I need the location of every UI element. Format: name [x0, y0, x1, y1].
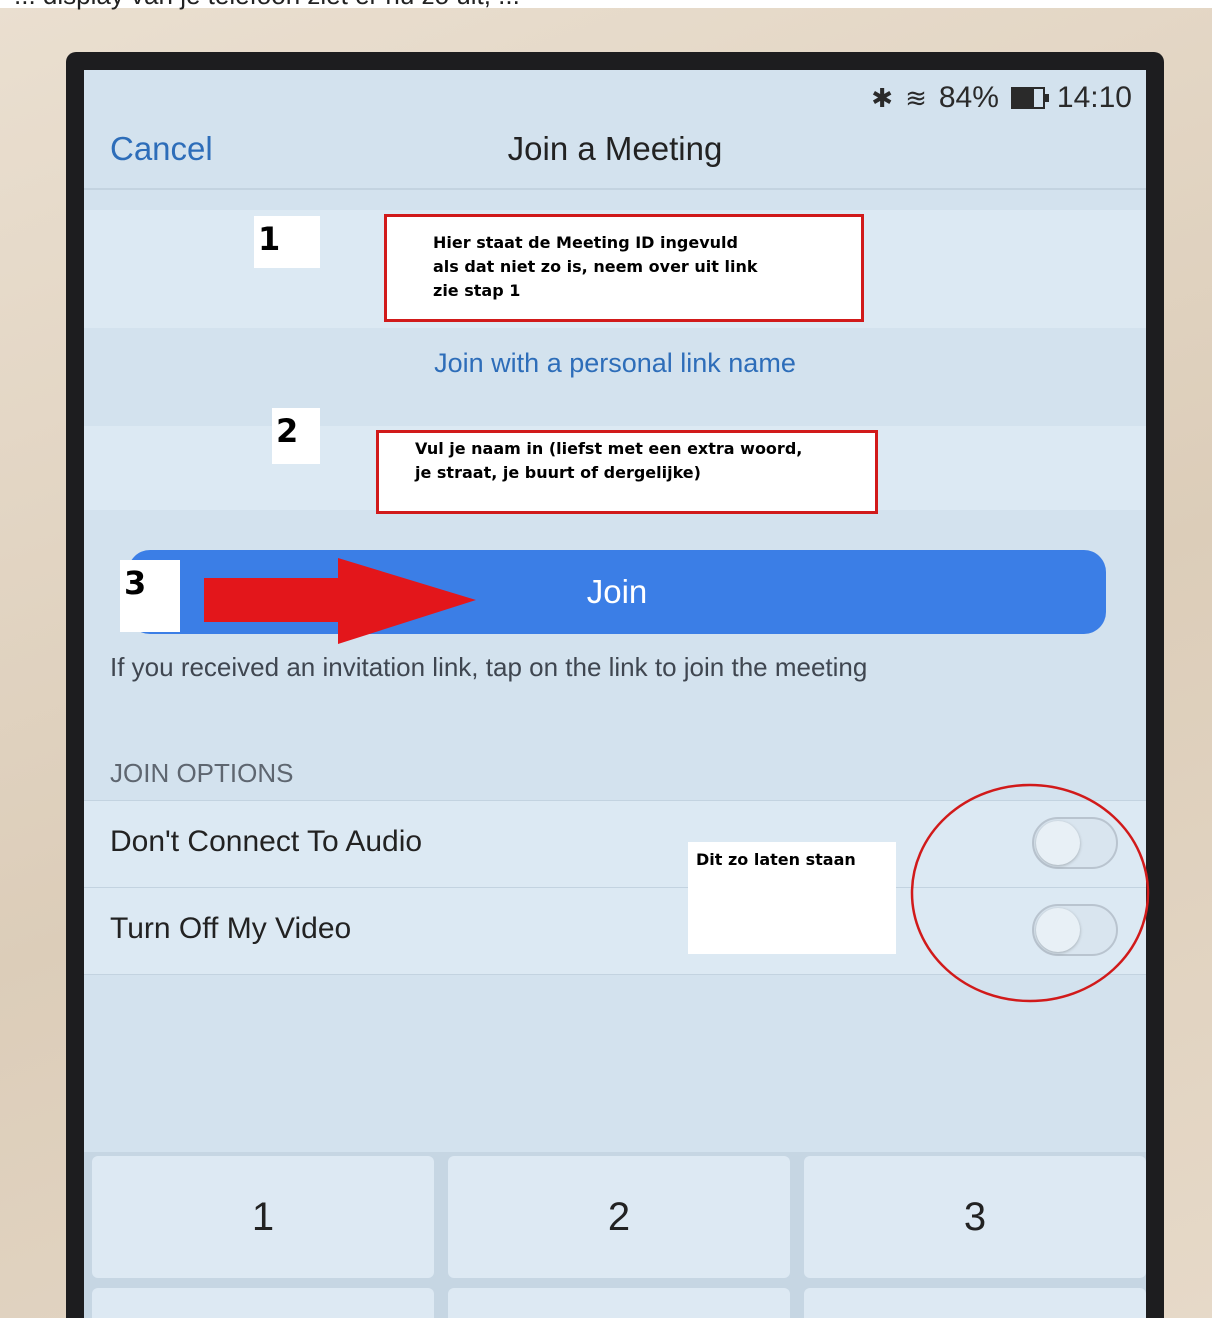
keypad-key-1[interactable]: 1 [92, 1156, 434, 1278]
personal-link-name-link[interactable]: Join with a personal link name [84, 348, 1146, 379]
toggle-knob [1036, 821, 1080, 865]
video-option-label: Turn Off My Video [110, 912, 352, 945]
join-button[interactable]: Join [128, 550, 1106, 634]
option-row-video: Turn Off My Video [84, 887, 1146, 975]
keypad-key-partial[interactable] [448, 1288, 790, 1318]
toggle-knob [1036, 908, 1080, 952]
note-leave-as-is: Dit zo laten staan [688, 842, 896, 954]
keypad-key-partial[interactable] [804, 1288, 1146, 1318]
document-caption-strip: ... display van je telefoon ziet er nu z… [0, 0, 1212, 10]
audio-toggle[interactable] [1032, 817, 1118, 869]
invitation-hint: If you received an invitation link, tap … [110, 652, 868, 682]
step-number: 1 [258, 220, 281, 258]
join-options-header: JOIN OPTIONS [110, 758, 294, 788]
audio-option-label: Don't Connect To Audio [110, 825, 423, 858]
document-caption: ... display van je telefoon ziet er nu z… [0, 0, 700, 10]
nav-bar: Join a Meeting Cancel [84, 120, 1146, 190]
option-row-audio: Don't Connect To Audio [84, 800, 1146, 887]
nav-divider [84, 188, 1146, 190]
keypad-key-3[interactable]: 3 [804, 1156, 1146, 1278]
battery-percent: 84% [938, 81, 999, 114]
step-marker-2: 2 [272, 408, 320, 464]
step-number: 2 [276, 412, 299, 450]
page-title: Join a Meeting [507, 130, 723, 167]
cancel-button[interactable]: Cancel [110, 130, 213, 168]
callout-meeting-id: Hier staat de Meeting ID ingevuld als da… [384, 214, 864, 322]
keypad-key-partial[interactable] [92, 1288, 434, 1318]
status-time: 14:10 [1056, 81, 1132, 114]
callout-text-line: je straat, je buurt of dergelijke) [415, 463, 701, 482]
callout-text-line: Vul je naam in (liefst met een extra woo… [415, 439, 803, 458]
step-marker-1: 1 [254, 216, 320, 268]
keypad-key-2[interactable]: 2 [448, 1156, 790, 1278]
status-bar: ✱ ≋ 84% 14:10 [871, 78, 1132, 118]
numeric-keypad: 1 2 3 [84, 1152, 1146, 1318]
bluetooth-icon: ✱ [871, 82, 894, 113]
callout-name: Vul je naam in (liefst met een extra woo… [376, 430, 878, 514]
step-marker-3: 3 [120, 560, 180, 632]
wifi-icon: ≋ [905, 82, 927, 113]
video-toggle[interactable] [1032, 904, 1118, 956]
step-number: 3 [124, 564, 147, 602]
callout-text-line: als dat niet zo is, neem over uit link [433, 257, 758, 276]
callout-text-line: Hier staat de Meeting ID ingevuld [433, 233, 738, 252]
battery-icon [1010, 87, 1049, 109]
callout-text-line: zie stap 1 [433, 281, 521, 300]
